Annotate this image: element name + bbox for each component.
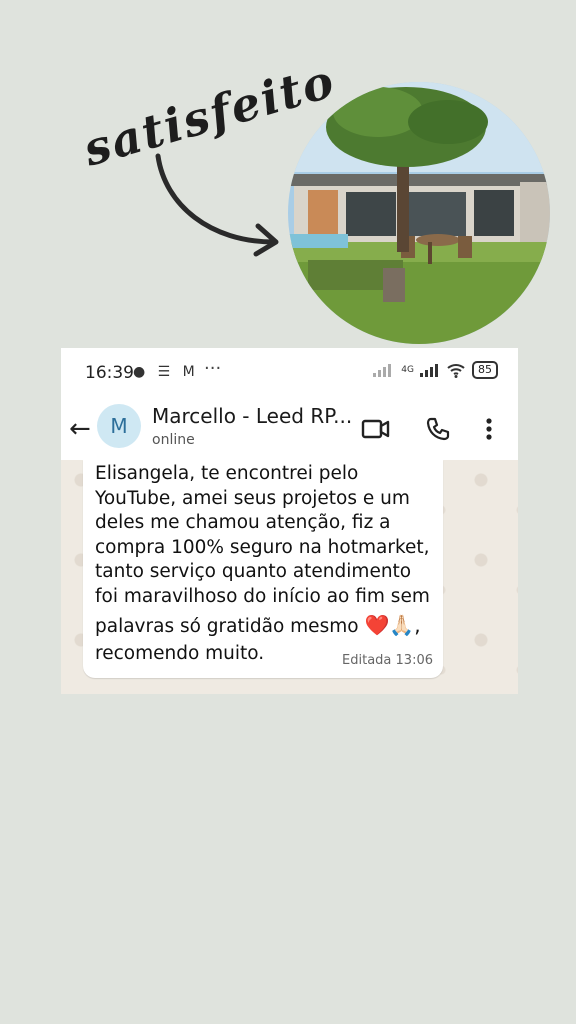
message-line: YouTube, amei seus projetos e um [95, 487, 410, 509]
contact-status: online [152, 432, 195, 448]
contact-name[interactable]: Marcello - Leed RP... [152, 404, 352, 428]
message-line-with-emoji: palavras só gratidão mesmo ❤️🙏🏻, [95, 613, 435, 640]
message-line: deles me chamou atenção, fiz a [95, 512, 391, 533]
house-render-photo [288, 82, 550, 344]
message-bubble[interactable]: Elisangela, te encontrei pelo YouTube, a… [83, 460, 443, 678]
chat-area[interactable]: Elisangela, te encontrei pelo YouTube, a… [61, 460, 518, 694]
message-line: compra 100% seguro na hotmarket, [95, 536, 430, 558]
status-bar: 16:39 ● ☰ M ··· 4G 85 [61, 348, 518, 398]
edited-timestamp: Editada 13:06 [342, 653, 433, 668]
more-options-icon[interactable] [481, 416, 497, 442]
curved-arrow-icon [155, 153, 279, 257]
message-text: Elisangela, te encontrei pelo YouTube, a… [95, 462, 435, 666]
back-arrow-icon[interactable]: ← [69, 416, 91, 442]
message-line: tanto serviço quanto atendimento [95, 561, 412, 582]
signal-weak-icon [373, 364, 392, 377]
message-line: foi maravilhoso do início ao fim sem [95, 585, 430, 607]
wifi-icon [447, 364, 465, 378]
message-line: Elisangela, te encontrei pelo [95, 463, 359, 484]
battery-level: 85 [472, 361, 498, 379]
signal-icon [420, 364, 438, 377]
more-notifications-icon: ··· [204, 358, 222, 379]
status-right-icons: 4G 85 [373, 361, 498, 379]
video-call-icon[interactable] [361, 416, 391, 442]
chat-header: ← M Marcello - Leed RP... online [61, 398, 518, 461]
notification-icons: ● ☰ M [133, 364, 199, 380]
phone-call-icon[interactable] [425, 416, 451, 442]
contact-avatar[interactable]: M [97, 404, 141, 448]
network-type: 4G [401, 365, 414, 375]
status-time: 16:39 [85, 363, 134, 383]
heart-pray-emoji: ❤️🙏🏻, [364, 613, 421, 637]
message-line: palavras só gratidão mesmo [95, 616, 359, 637]
whatsapp-screenshot: 16:39 ● ☰ M ··· 4G 85 ← M Marcello - Lee… [61, 348, 518, 694]
